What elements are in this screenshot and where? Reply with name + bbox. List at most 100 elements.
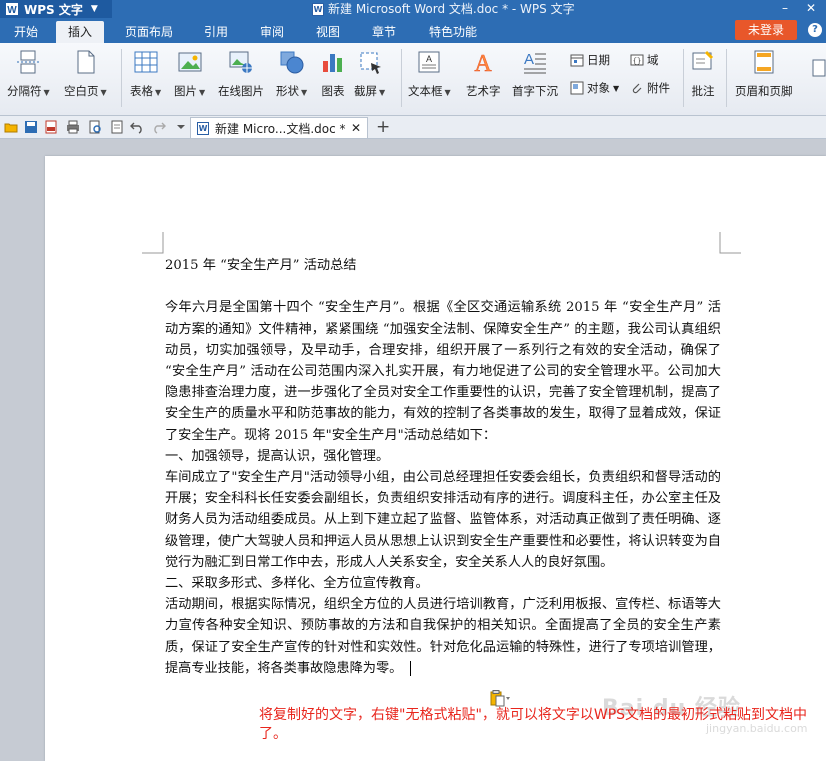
field-button[interactable]: {} 域 [630, 52, 659, 68]
date-label: 日期 [587, 53, 610, 67]
tab-home[interactable]: 开始 [6, 21, 46, 43]
new-tab-icon[interactable]: + [376, 118, 390, 136]
export-pdf-icon[interactable] [44, 120, 58, 134]
svg-text:A: A [524, 51, 534, 68]
customize-dropdown-icon[interactable] [174, 120, 188, 134]
header-footer-button[interactable]: 页眉和页脚 [735, 49, 793, 99]
tab-special-features[interactable]: 特色功能 [420, 21, 486, 43]
help-icon[interactable]: ? [808, 23, 822, 37]
open-folder-icon[interactable] [4, 120, 18, 134]
field-icon: {} [630, 54, 644, 66]
wps-logo-icon: W [6, 3, 18, 15]
object-button[interactable]: 对象 ▼ [570, 80, 619, 96]
chevron-down-icon: ▼ [301, 88, 308, 97]
menu-bar: 开始 插入 页面布局 引用 审阅 视图 章节 特色功能 [0, 18, 826, 43]
word-doc-icon: W [197, 121, 209, 135]
object-icon [570, 81, 584, 95]
document-title-text: 新建 Microsoft Word 文档.doc * - WPS 文字 [328, 2, 575, 16]
close-icon[interactable]: ✕ [798, 0, 824, 18]
print-icon[interactable] [66, 120, 80, 134]
attachment-label: 附件 [647, 81, 670, 95]
blank-page-label: 空白页 [64, 84, 99, 98]
tab-page-layout[interactable]: 页面布局 [118, 21, 180, 43]
chevron-down-icon: ▼ [199, 88, 206, 97]
picture-button[interactable]: 图片 ▼ [174, 49, 205, 99]
paragraph-section-2: 活动期间，根据实际情况，组织全方位的人员进行培训教育，广泛利用板报、宣传栏、标语… [165, 597, 721, 676]
tab-references[interactable]: 引用 [196, 21, 236, 43]
field-label: 域 [647, 53, 659, 67]
svg-text:A: A [426, 54, 432, 64]
ribbon-divider [121, 49, 122, 107]
attachment-icon [632, 83, 642, 94]
textbox-button[interactable]: A 文本框 ▼ [408, 49, 451, 99]
table-icon [134, 51, 158, 73]
table-button[interactable]: 表格 ▼ [130, 49, 161, 99]
document-title: 2015 年 “安全生产月” 活动总结 [165, 258, 357, 273]
screenshot-icon [360, 52, 381, 74]
minimize-button[interactable]: – [772, 0, 798, 18]
chevron-down-icon: ▼ [379, 88, 386, 97]
page-break-button[interactable]: 分隔符 ▼ [7, 49, 50, 99]
picture-label: 图片 [174, 84, 197, 98]
app-menu-button[interactable]: W WPS 文字 ▼ [0, 0, 112, 18]
section-heading-2: 二、采取多形式、多样化、全方位宣传教育。 [165, 576, 429, 592]
login-button[interactable]: 未登录 [735, 20, 797, 40]
object-label: 对象 [587, 81, 610, 95]
comment-icon [692, 50, 714, 70]
word-doc-icon: W [312, 2, 324, 16]
header-footer-icon [754, 50, 774, 74]
more-icon[interactable] [812, 59, 826, 79]
shapes-label: 形状 [276, 84, 299, 98]
tab-section[interactable]: 章节 [364, 21, 404, 43]
print-preview-icon[interactable] [88, 120, 102, 134]
document-tab[interactable]: W 新建 Micro...文档.doc * ✕ [190, 117, 368, 138]
quick-access-bar: W 新建 Micro...文档.doc * ✕ + [0, 116, 826, 139]
comment-button[interactable]: 批注 [690, 49, 716, 99]
chevron-down-icon: ▼ [43, 88, 50, 97]
redo-icon[interactable] [152, 120, 166, 134]
drop-cap-icon: A [524, 51, 546, 74]
wordart-button[interactable]: A 艺术字 [466, 49, 501, 99]
tab-view[interactable]: 视图 [308, 21, 348, 43]
chevron-down-icon: ▼ [155, 88, 162, 97]
comment-label: 批注 [691, 84, 715, 98]
undo-icon[interactable] [130, 120, 144, 134]
tab-review[interactable]: 审阅 [252, 21, 292, 43]
table-label: 表格 [130, 84, 153, 98]
wordart-icon: A [474, 51, 493, 75]
page-break-label: 分隔符 [7, 84, 42, 98]
paragraph-section-1: 车间成立了"安全生产月"活动领导小组，由公司总经理担任安委会组长，负责组织和督导… [165, 470, 721, 570]
ribbon-toolbar: 分隔符 ▼ 空白页 ▼ 表格 ▼ 图片 ▼ 在线图片 形状 ▼ 图表 截屏 ▼ A 文本框 ▼ [0, 43, 826, 116]
shapes-button[interactable]: 形状 ▼ [276, 49, 307, 99]
section-heading-1: 一、加强领导，提高认识，强化管理。 [165, 448, 390, 464]
chevron-down-icon: ▼ [613, 83, 620, 93]
picture-icon [178, 52, 202, 72]
online-picture-icon [229, 51, 252, 73]
textbox-icon: A [418, 51, 440, 73]
page-preview-icon[interactable] [110, 120, 124, 134]
chart-button[interactable]: 图表 [320, 49, 346, 99]
save-icon[interactable] [24, 120, 38, 134]
tab-insert[interactable]: 插入 [56, 21, 104, 43]
page-break-icon [17, 50, 40, 74]
chart-icon [323, 54, 342, 72]
textbox-label: 文本框 [408, 84, 443, 98]
date-button[interactable]: 日期 [570, 52, 610, 68]
date-icon [570, 54, 584, 67]
screenshot-button[interactable]: 截屏 ▼ [354, 49, 385, 99]
chart-label: 图表 [321, 84, 345, 98]
svg-text:{}: {} [633, 58, 641, 66]
online-picture-button[interactable]: 在线图片 [218, 49, 264, 99]
svg-text:W: W [7, 5, 17, 15]
drop-cap-button[interactable]: A 首字下沉 [512, 49, 558, 99]
screenshot-label: 截屏 [354, 84, 377, 98]
chevron-down-icon: ▼ [444, 88, 451, 97]
close-tab-icon[interactable]: ✕ [351, 121, 361, 135]
blank-page-button[interactable]: 空白页 ▼ [64, 49, 107, 99]
ribbon-divider [726, 49, 727, 107]
attachment-button[interactable]: 附件 [630, 80, 670, 96]
ribbon-divider [683, 49, 684, 107]
document-body[interactable]: 2015 年 “安全生产月” 活动总结 今年六月是全国第十四个 “安全生产月”。… [165, 255, 721, 679]
text-cursor [410, 660, 412, 676]
margin-corner-mark [719, 232, 741, 254]
